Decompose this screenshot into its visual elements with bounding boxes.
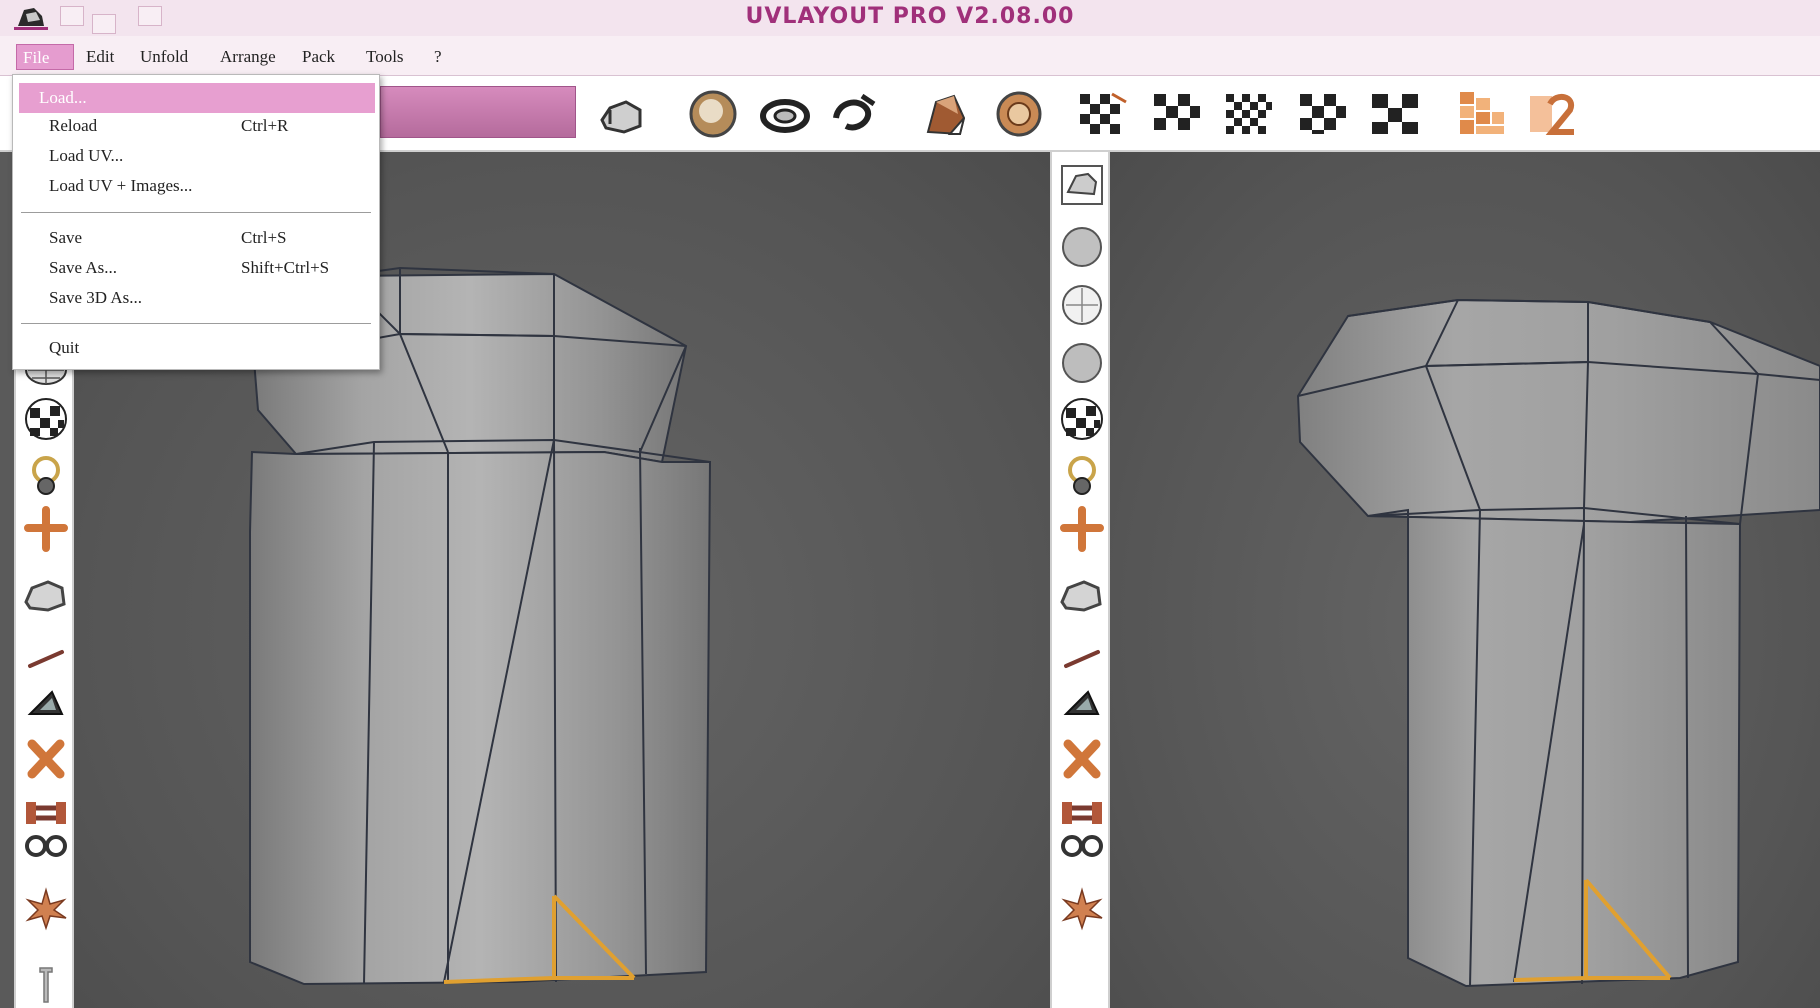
menu-item-reload[interactable]: Reload Ctrl+R — [13, 111, 379, 141]
ring-pin-icon[interactable] — [1058, 452, 1106, 498]
bricks-icon[interactable] — [1454, 88, 1508, 140]
uv-head-icon[interactable] — [596, 88, 650, 140]
mesh-3d-right — [1296, 298, 1820, 988]
menu-file[interactable]: File — [16, 44, 74, 70]
window-title: UVLAYOUT PRO V2.08.00 — [745, 4, 1075, 29]
right-tool-strip — [1050, 152, 1110, 1008]
cross-tool-icon[interactable] — [1058, 506, 1106, 552]
ring-pin-icon[interactable] — [22, 452, 70, 498]
head-tool-icon[interactable] — [1058, 572, 1106, 618]
cross-tool-icon[interactable] — [22, 506, 70, 552]
x-tool-icon[interactable] — [22, 736, 70, 782]
splash-tool-icon[interactable] — [1058, 886, 1106, 932]
ring-icon[interactable] — [758, 88, 812, 140]
checker-sphere-icon[interactable] — [1058, 396, 1106, 442]
title-bar: UVLAYOUT PRO V2.08.00 — [0, 0, 1820, 36]
menu-unfold[interactable]: Unfold — [134, 44, 194, 70]
triangle-tool-icon[interactable] — [1058, 680, 1106, 726]
checker-large-icon[interactable] — [1368, 88, 1422, 140]
target-icon[interactable] — [992, 88, 1046, 140]
mode-field[interactable] — [380, 86, 576, 138]
menu-pack[interactable]: Pack — [296, 44, 341, 70]
shortcut-label: Ctrl+R — [241, 116, 289, 135]
sphere-solid-icon[interactable] — [1058, 224, 1106, 270]
splash-tool-icon[interactable] — [22, 886, 70, 932]
line-tool-icon[interactable] — [22, 636, 70, 682]
pin-tool-icon[interactable] — [22, 962, 70, 1008]
menu-item-load-uv[interactable]: Load UV... — [13, 141, 379, 171]
menu-separator — [21, 323, 371, 324]
checker-medium-icon[interactable] — [1222, 88, 1276, 140]
uv-viewport-flat[interactable] — [1110, 152, 1820, 1008]
checker-fine-icon[interactable] — [1150, 88, 1204, 140]
menu-item-save-3d-as[interactable]: Save 3D As... — [13, 283, 379, 313]
sphere-outline-icon[interactable] — [1058, 282, 1106, 328]
menu-edit[interactable]: Edit — [80, 44, 120, 70]
menu-item-load[interactable]: Load... — [19, 83, 375, 113]
shell-icon[interactable] — [920, 88, 974, 140]
sphere-flat-icon[interactable] — [1058, 340, 1106, 386]
menu-item-save[interactable]: Save Ctrl+S — [13, 223, 379, 253]
menu-item-load-uv-images[interactable]: Load UV + Images... — [13, 171, 379, 201]
shortcut-label: Shift+Ctrl+S — [241, 258, 330, 277]
shortcut-label: Ctrl+S — [241, 228, 287, 247]
menu-tools[interactable]: Tools — [360, 44, 410, 70]
menu-help[interactable]: ? — [428, 44, 448, 70]
triangle-tool-icon[interactable] — [22, 680, 70, 726]
uvlayout-app-window: UVLAYOUT PRO V2.08.00 File Edit Unfold A… — [0, 0, 1820, 1008]
checker-sphere-icon[interactable] — [22, 396, 70, 442]
head-tool-icon[interactable] — [22, 572, 70, 618]
file-dropdown-menu: Load... Reload Ctrl+R Load UV... Load UV… — [12, 74, 380, 370]
menu-item-quit[interactable]: Quit — [13, 333, 379, 363]
menu-item-save-as[interactable]: Save As... Shift+Ctrl+S — [13, 253, 379, 283]
twist-icon[interactable] — [828, 88, 882, 140]
view-box-icon[interactable] — [1058, 162, 1106, 208]
glasses-tool-icon[interactable] — [1058, 822, 1106, 868]
menu-arrange[interactable]: Arrange — [214, 44, 282, 70]
sphere-icon[interactable] — [686, 88, 740, 140]
checker-coarse-icon[interactable] — [1296, 88, 1350, 140]
x-tool-icon[interactable] — [1058, 736, 1106, 782]
menu-bar: File Edit Unfold Arrange Pack Tools ? — [0, 36, 1820, 76]
checker-mix-icon[interactable] — [1076, 88, 1130, 140]
menu-separator — [21, 212, 371, 213]
number-icon[interactable] — [1526, 88, 1580, 140]
glasses-tool-icon[interactable] — [22, 822, 70, 868]
line-tool-icon[interactable] — [1058, 636, 1106, 682]
